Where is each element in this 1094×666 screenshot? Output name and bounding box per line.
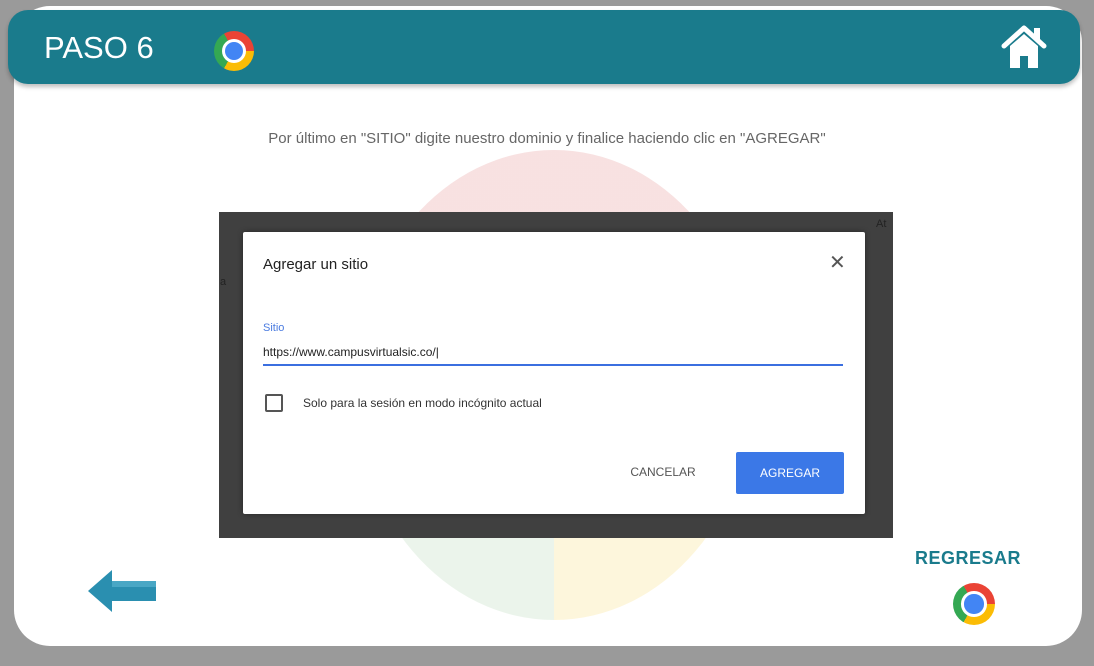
page-title: PASO 6 — [44, 30, 154, 65]
incognito-checkbox[interactable] — [265, 394, 283, 412]
site-field-label: Sitio — [263, 322, 285, 334]
dialog-title: Agregar un sitio — [263, 256, 369, 273]
home-icon[interactable] — [1000, 22, 1048, 72]
cancel-button[interactable]: CANCELAR — [611, 456, 715, 486]
chrome-icon[interactable] — [953, 583, 995, 625]
incognito-checkbox-label: Solo para la sesión en modo incógnito ac… — [303, 396, 542, 410]
frame-text-fragment: a — [220, 276, 227, 288]
arrow-left-icon[interactable] — [86, 568, 158, 614]
instruction-text: Por último en "SITIO" digite nuestro dom… — [268, 130, 826, 147]
add-button[interactable]: AGREGAR — [736, 452, 844, 494]
chrome-icon — [214, 31, 254, 71]
add-site-dialog: Agregar un sitio ✕ Sitio Solo para la se… — [243, 232, 865, 514]
close-icon[interactable]: ✕ — [829, 250, 846, 275]
header-bar — [8, 10, 1080, 84]
site-input[interactable] — [263, 340, 843, 366]
return-button[interactable]: REGRESAR — [915, 548, 1021, 569]
frame-text-fragment: At — [876, 218, 887, 230]
